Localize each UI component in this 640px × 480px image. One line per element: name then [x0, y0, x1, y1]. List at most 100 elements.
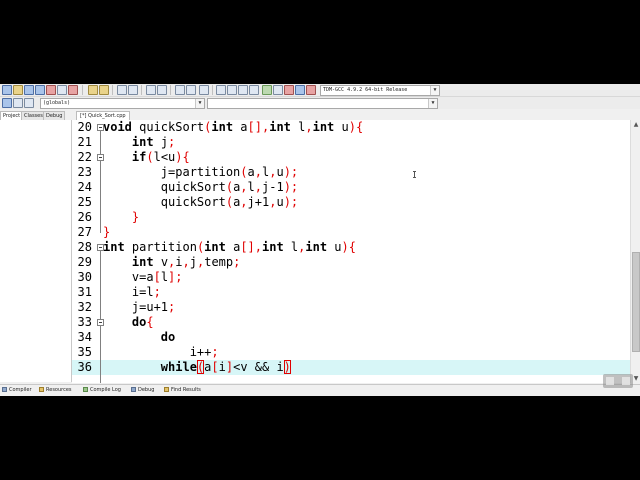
- code-line[interactable]: 31 i=l;: [72, 285, 630, 300]
- code-line[interactable]: 32 j=u+1;: [72, 300, 630, 315]
- code-line[interactable]: 25 quickSort(a,j+1,u);: [72, 195, 630, 210]
- vertical-scrollbar[interactable]: ▲ ▼: [630, 120, 640, 383]
- redo-icon[interactable]: [99, 85, 109, 95]
- fold-toggle-icon[interactable]: [97, 124, 104, 131]
- debug-icon[interactable]: [273, 85, 283, 95]
- profile-icon[interactable]: [295, 85, 305, 95]
- save-all-icon[interactable]: [35, 85, 45, 95]
- code-text[interactable]: if(l<u){: [103, 150, 190, 165]
- tab-debug[interactable]: Debug: [43, 111, 66, 120]
- print-icon[interactable]: [57, 85, 67, 95]
- line-number: 26: [77, 210, 92, 224]
- indent-icon[interactable]: [175, 85, 185, 95]
- new-file-icon[interactable]: [2, 85, 12, 95]
- project-panel[interactable]: [0, 120, 72, 382]
- code-text[interactable]: j=partition(a,l,u);: [103, 165, 298, 180]
- toggle-comment-icon[interactable]: [24, 98, 34, 108]
- code-line[interactable]: 26 }: [72, 210, 630, 225]
- editor-tab-quick-sort[interactable]: [*] Quick_Sort.cpp: [76, 111, 130, 120]
- code-text[interactable]: while(a[i]<v && i): [103, 360, 291, 375]
- tab-compile-log-label: Compile Log: [90, 387, 121, 393]
- code-text[interactable]: i=l;: [103, 285, 161, 300]
- code-line[interactable]: 23 j=partition(a,l,u);: [72, 165, 630, 180]
- find-icon[interactable]: [117, 85, 127, 95]
- fold-margin: [97, 120, 106, 383]
- tab-resources[interactable]: Resources: [38, 386, 72, 394]
- rebuild-icon[interactable]: [249, 85, 259, 95]
- line-number: 27: [77, 225, 92, 239]
- overlay-right-icon: [622, 377, 630, 385]
- open-folder-icon[interactable]: [13, 85, 23, 95]
- tab-compiler[interactable]: Compiler: [1, 386, 32, 394]
- code-text[interactable]: int v,i,j,temp;: [103, 255, 240, 270]
- code-line[interactable]: 20 void quickSort(int a[],int l,int u){: [72, 120, 630, 135]
- code-line[interactable]: 21 int j;: [72, 135, 630, 150]
- code-text[interactable]: do{: [103, 315, 154, 330]
- line-number: 35: [77, 345, 92, 359]
- fold-toggle-icon[interactable]: [97, 319, 104, 326]
- code-line[interactable]: 34 do: [72, 330, 630, 345]
- stop-icon[interactable]: [284, 85, 294, 95]
- bookmarks-icon[interactable]: [13, 98, 23, 108]
- code-text[interactable]: int partition(int a[],int l,int u){: [103, 240, 356, 255]
- delete-profile-icon[interactable]: [306, 85, 316, 95]
- code-text[interactable]: j=u+1;: [103, 300, 175, 315]
- line-number: 31: [77, 285, 92, 299]
- code-line[interactable]: 28 int partition(int a[],int l,int u){: [72, 240, 630, 255]
- scroll-thumb[interactable]: [632, 252, 640, 352]
- code-line[interactable]: 33 do{: [72, 315, 630, 330]
- tab-debug-output[interactable]: Debug: [130, 386, 154, 394]
- run-icon[interactable]: [227, 85, 237, 95]
- tab-debug-output-label: Debug: [138, 387, 155, 393]
- chevron-down-icon: ▼: [430, 86, 439, 95]
- replace-icon[interactable]: [128, 85, 138, 95]
- secondary-toolbar: (globals) ▼ ▼: [0, 97, 640, 109]
- scroll-up-icon[interactable]: ▲: [631, 120, 640, 129]
- compiler-select[interactable]: TDM-GCC 4.9.2 64-bit Release ▼: [320, 85, 440, 96]
- unindent-icon[interactable]: [186, 85, 196, 95]
- code-line[interactable]: 36 while(a[i]<v && i): [72, 360, 630, 375]
- code-line[interactable]: 27}: [72, 225, 630, 240]
- code-text[interactable]: int j;: [103, 135, 175, 150]
- scope-select[interactable]: (globals) ▼: [40, 98, 205, 109]
- close-file-icon[interactable]: [46, 85, 56, 95]
- fold-toggle-icon[interactable]: [97, 154, 104, 161]
- line-number: 34: [77, 330, 92, 344]
- tab-find-results[interactable]: Find Results: [163, 386, 201, 394]
- toggle-bookmark-icon[interactable]: [199, 85, 209, 95]
- compile-run-icon[interactable]: [238, 85, 248, 95]
- code-line[interactable]: 24 quickSort(a,l,j-1);: [72, 180, 630, 195]
- video-overlay-control[interactable]: [603, 374, 633, 388]
- overlay-left-icon: [606, 377, 614, 385]
- undo-icon[interactable]: [88, 85, 98, 95]
- line-number: 29: [77, 255, 92, 269]
- code-text[interactable]: quickSort(a,l,j-1);: [103, 180, 298, 195]
- check-syntax-icon[interactable]: [262, 85, 272, 95]
- code-text[interactable]: v=a[l];: [103, 270, 183, 285]
- save-icon[interactable]: [24, 85, 34, 95]
- code-editor[interactable]: 20 void quickSort(int a[],int l,int u){21…: [72, 120, 630, 383]
- code-line[interactable]: 22 if(l<u){: [72, 150, 630, 165]
- compile-icon[interactable]: [216, 85, 226, 95]
- code-text[interactable]: void quickSort(int a[],int l,int u){: [103, 120, 363, 135]
- code-line[interactable]: 35 i++;: [72, 345, 630, 360]
- code-text[interactable]: }: [103, 210, 139, 225]
- debug-icon: [131, 387, 136, 392]
- tab-compiler-label: Compiler: [9, 387, 32, 393]
- fold-toggle-icon[interactable]: [97, 244, 104, 251]
- tab-compile-log[interactable]: Compile Log: [82, 386, 121, 394]
- members-select[interactable]: ▼: [207, 98, 438, 109]
- bottom-tabs: Compiler Resources Compile Log Debug Fin…: [0, 384, 640, 396]
- code-text[interactable]: i++;: [103, 345, 219, 360]
- new-class-icon[interactable]: [146, 85, 156, 95]
- line-number: 22: [77, 150, 92, 164]
- tab-project[interactable]: Project: [0, 111, 24, 120]
- code-line[interactable]: 29 int v,i,j,temp;: [72, 255, 630, 270]
- close-all-icon[interactable]: [68, 85, 78, 95]
- code-text[interactable]: do: [103, 330, 175, 345]
- code-line[interactable]: 30 v=a[l];: [72, 270, 630, 285]
- find-results-icon: [164, 387, 169, 392]
- goto-line-icon[interactable]: [157, 85, 167, 95]
- insert-icon[interactable]: [2, 98, 12, 108]
- code-text[interactable]: quickSort(a,j+1,u);: [103, 195, 298, 210]
